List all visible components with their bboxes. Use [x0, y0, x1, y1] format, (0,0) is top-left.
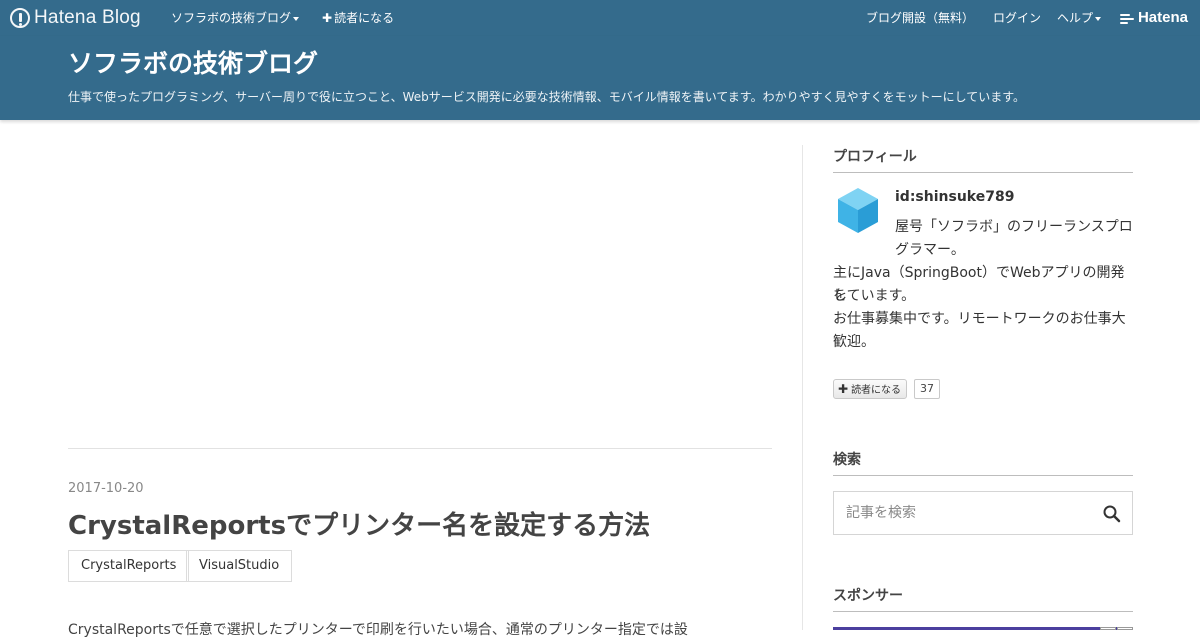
hatena-logo-icon — [1119, 13, 1134, 24]
hatena-blog-logo-icon — [10, 8, 30, 28]
search-form — [833, 491, 1133, 535]
global-header: Hatena Blog ソフラボの技術ブログ ✚ 読者になる ブログ開設（無料） … — [0, 0, 1200, 36]
category-tag[interactable]: VisualStudio — [186, 550, 293, 582]
blog-menu[interactable]: ソフラボの技術ブログ — [171, 11, 300, 25]
divider — [68, 448, 772, 449]
search-icon[interactable] — [1102, 504, 1122, 524]
search-input[interactable] — [835, 493, 1085, 533]
profile-text: お仕事募集中です。リモートワークのお仕事大 — [833, 311, 1126, 327]
logo-text: Hatena Blog — [34, 7, 141, 28]
sponsor-heading: スポンサー — [833, 585, 1133, 612]
open-blog-link[interactable]: ブログ開設（無料） — [866, 11, 974, 25]
blog-header: ソフラボの技術ブログ 仕事で使ったプログラミング、サーバー周りで役に立つこと、W… — [0, 36, 1200, 120]
blog-menu-label: ソフラボの技術ブログ — [171, 11, 292, 25]
hatena-link[interactable]: Hatena — [1119, 9, 1188, 26]
plus-icon: ✚ — [838, 382, 849, 396]
login-link[interactable]: ログイン — [993, 11, 1041, 25]
caret-down-icon — [1095, 16, 1102, 21]
profile-text: しています。 — [833, 288, 916, 304]
subscriber-count[interactable]: 37 — [914, 379, 940, 399]
category-tag[interactable]: CrystalReports — [68, 550, 190, 582]
search-heading: 検索 — [833, 449, 1133, 476]
hatena-blog-logo[interactable]: Hatena Blog — [10, 6, 141, 30]
post-title[interactable]: CrystalReportsでプリンター名を設定する方法 — [68, 505, 650, 542]
help-menu[interactable]: ヘルプ — [1057, 11, 1102, 25]
blog-description: 仕事で使ったプログラミング、サーバー周りで役に立つこと、Webサービス開発に必要… — [68, 90, 1026, 104]
profile-heading: プロフィール — [833, 146, 1133, 173]
subscribe-button-label: 読者になる — [851, 385, 902, 396]
help-menu-label: ヘルプ — [1057, 11, 1094, 25]
subscribe-link-label: 読者になる — [334, 11, 395, 25]
post-body: CrystalReportsで任意で選択したプリンターで印刷を行いたい場合、通常… — [68, 622, 688, 638]
ad-area — [68, 145, 772, 448]
profile-text: 屋号「ソフラボ」のフリーランスプロ — [895, 219, 1133, 235]
plus-icon: ✚ — [322, 11, 333, 25]
profile-text: 歓迎。 — [833, 334, 875, 350]
hatena-link-label: Hatena — [1137, 9, 1188, 26]
post-date[interactable]: 2017-10-20 — [68, 481, 144, 496]
profile-id[interactable]: id:shinsuke789 — [895, 189, 1014, 205]
blog-title[interactable]: ソフラボの技術ブログ — [68, 44, 318, 80]
subscribe-link[interactable]: ✚ 読者になる — [322, 11, 394, 25]
profile-text: グラマー。 — [895, 242, 965, 258]
column-divider — [802, 145, 803, 630]
cube-avatar-icon[interactable] — [833, 185, 883, 235]
caret-down-icon — [293, 16, 300, 21]
subscribe-button[interactable]: ✚ 読者になる — [833, 379, 908, 399]
